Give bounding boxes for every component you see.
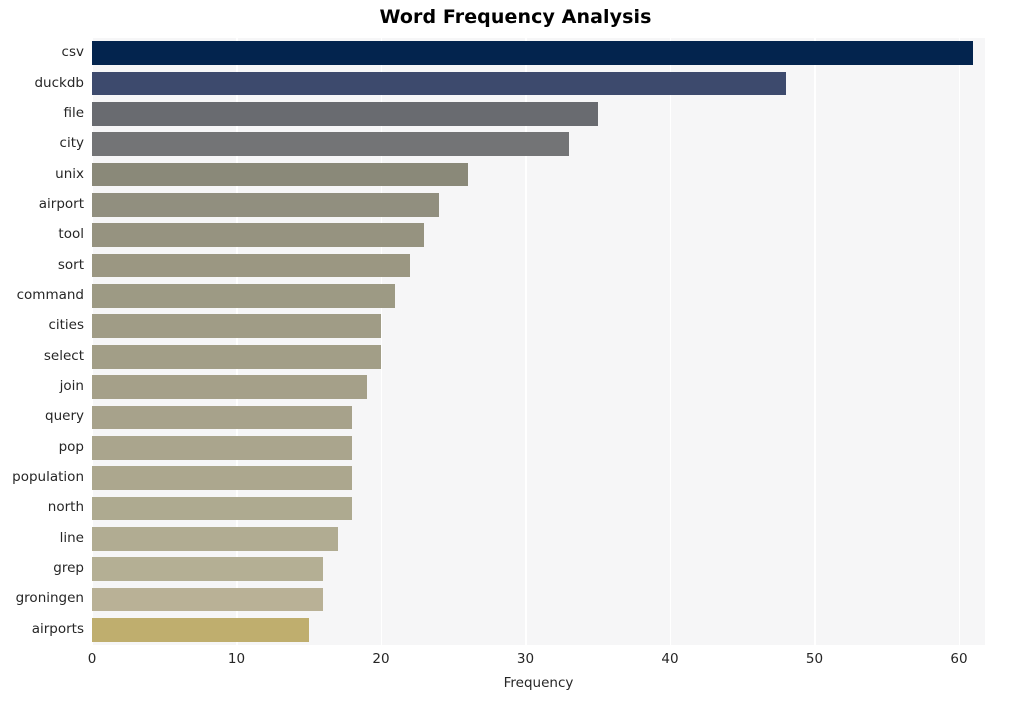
bar-csv	[92, 41, 974, 65]
page-title: Word Frequency Analysis	[379, 6, 652, 28]
bar-airports	[92, 617, 309, 642]
y-tick-label-select: select	[43, 347, 84, 364]
bar-row	[92, 314, 985, 339]
y-tick-label-airport: airport	[38, 195, 84, 212]
x-tick-label-0: 0	[87, 651, 97, 667]
bar-row	[92, 435, 985, 460]
bar-file	[92, 102, 598, 126]
y-tick-label-city: city	[59, 135, 84, 152]
bar-duckdb	[92, 71, 786, 96]
x-tick-label-30: 30	[516, 651, 535, 667]
y-tick-label-tool: tool	[58, 226, 84, 243]
y-tick-label-query: query	[45, 408, 84, 425]
x-tick-label-50: 50	[805, 651, 824, 667]
bar-row	[92, 375, 985, 399]
y-tick-label-airports: airports	[31, 620, 84, 637]
y-tick-label-north: north	[47, 499, 84, 516]
plot-area	[92, 38, 985, 645]
bar-tool	[92, 223, 425, 248]
bar-row	[92, 557, 985, 581]
bar-row	[92, 344, 985, 369]
y-tick-label-grep: grep	[53, 560, 84, 577]
y-tick-label-groningen: groningen	[15, 590, 84, 607]
x-tick-label-40: 40	[661, 651, 679, 667]
bar-row	[92, 132, 985, 157]
bar-city	[92, 132, 569, 157]
bar-row	[92, 496, 985, 521]
bar-select	[92, 344, 381, 369]
bar-population	[92, 466, 353, 490]
bar-row	[92, 223, 985, 248]
bar-join	[92, 375, 367, 399]
y-tick-label-population: population	[12, 469, 84, 486]
bar-grep	[92, 557, 324, 581]
x-tick-label-10: 10	[227, 651, 246, 667]
bar-north	[92, 496, 353, 521]
bar-row	[92, 193, 985, 217]
bar-row	[92, 102, 985, 126]
bar-row	[92, 405, 985, 430]
y-tick-label-line: line	[59, 529, 84, 546]
bar-row	[92, 526, 985, 551]
y-tick-label-command: command	[16, 286, 84, 303]
bar-row	[92, 71, 985, 96]
bar-cities	[92, 314, 381, 339]
chart-figure: Word Frequency Analysis csv duckdb file cit…	[0, 0, 1031, 701]
bar-row	[92, 162, 985, 187]
bar-row	[92, 284, 985, 308]
bar-row	[92, 253, 985, 278]
y-tick-label-pop: pop	[58, 438, 84, 455]
bar-row	[92, 41, 985, 65]
x-axis-tick-labels: 0 10 20 30 40 50 60	[88, 645, 985, 671]
y-tick-label-cities: cities	[48, 317, 84, 334]
y-axis-tick-labels: csv duckdb file city unix airport tool sort comm…	[0, 38, 84, 645]
x-tick-label-20: 20	[372, 651, 390, 667]
y-tick-label-join: join	[59, 378, 84, 395]
bar-row	[92, 587, 985, 612]
y-tick-label-duckdb: duckdb	[34, 74, 84, 91]
bar-command	[92, 284, 396, 308]
bar-row	[92, 617, 985, 642]
y-tick-label-file: file	[63, 104, 84, 121]
bar-row	[92, 466, 985, 490]
x-axis-title: Frequency	[503, 675, 574, 691]
bar-unix	[92, 162, 468, 187]
y-tick-label-csv: csv	[61, 44, 84, 61]
bars-layer	[92, 38, 985, 645]
y-tick-label-sort: sort	[57, 256, 84, 273]
bar-groningen	[92, 587, 324, 612]
bar-sort	[92, 253, 410, 278]
x-tick-label-60: 60	[950, 651, 968, 667]
bar-line	[92, 526, 338, 551]
bar-query	[92, 405, 353, 430]
y-tick-label-unix: unix	[55, 165, 84, 182]
bar-airport	[92, 193, 439, 217]
bar-pop	[92, 435, 353, 460]
